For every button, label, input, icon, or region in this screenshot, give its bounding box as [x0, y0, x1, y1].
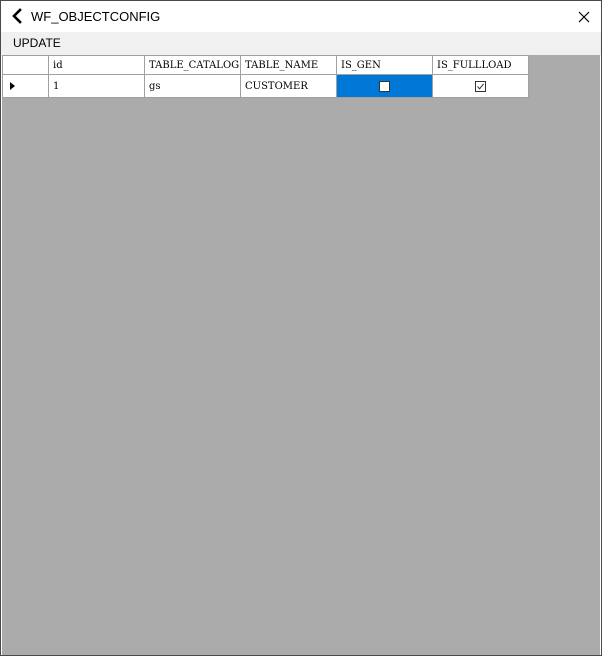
cell-id[interactable]: 1 — [48, 74, 145, 98]
is-gen-checkbox[interactable] — [379, 80, 390, 92]
data-grid-area[interactable]: id TABLE_CATALOG TABLE_NAME IS_GEN IS_FU… — [2, 55, 600, 655]
cell-table-catalog[interactable]: gs — [144, 74, 241, 98]
check-mark-icon — [477, 82, 484, 90]
data-grid: id TABLE_CATALOG TABLE_NAME IS_GEN IS_FU… — [2, 55, 529, 98]
column-header-id[interactable]: id — [48, 55, 145, 75]
cell-is-fullload[interactable] — [432, 74, 529, 98]
close-button[interactable] — [573, 6, 595, 28]
menu-bar: UPDATE — [1, 32, 601, 55]
table-row: 1 gs CUSTOMER — [2, 74, 529, 98]
row-header[interactable] — [2, 74, 49, 98]
window-title: WF_OBJECTCONFIG — [31, 9, 161, 24]
column-header-table-catalog[interactable]: TABLE_CATALOG — [144, 55, 241, 75]
grid-header-row: id TABLE_CATALOG TABLE_NAME IS_GEN IS_FU… — [2, 55, 529, 75]
grid-corner-cell[interactable] — [2, 55, 49, 75]
title-bar: WF_OBJECTCONFIG — [1, 1, 601, 32]
app-window: WF_OBJECTCONFIG UPDATE id TABLE_CATALOG … — [0, 0, 602, 656]
cell-is-gen[interactable] — [336, 74, 433, 98]
is-fullload-checkbox[interactable] — [475, 80, 486, 92]
current-row-arrow-icon — [10, 82, 15, 90]
column-header-is-gen[interactable]: IS_GEN — [336, 55, 433, 75]
cell-table-name[interactable]: CUSTOMER — [240, 74, 337, 98]
column-header-is-fullload[interactable]: IS_FULLLOAD — [432, 55, 529, 75]
chevron-left-icon — [12, 8, 22, 24]
menu-item-update[interactable]: UPDATE — [7, 32, 67, 55]
close-icon — [578, 11, 590, 23]
column-header-table-name[interactable]: TABLE_NAME — [240, 55, 337, 75]
back-button[interactable] — [7, 6, 27, 26]
